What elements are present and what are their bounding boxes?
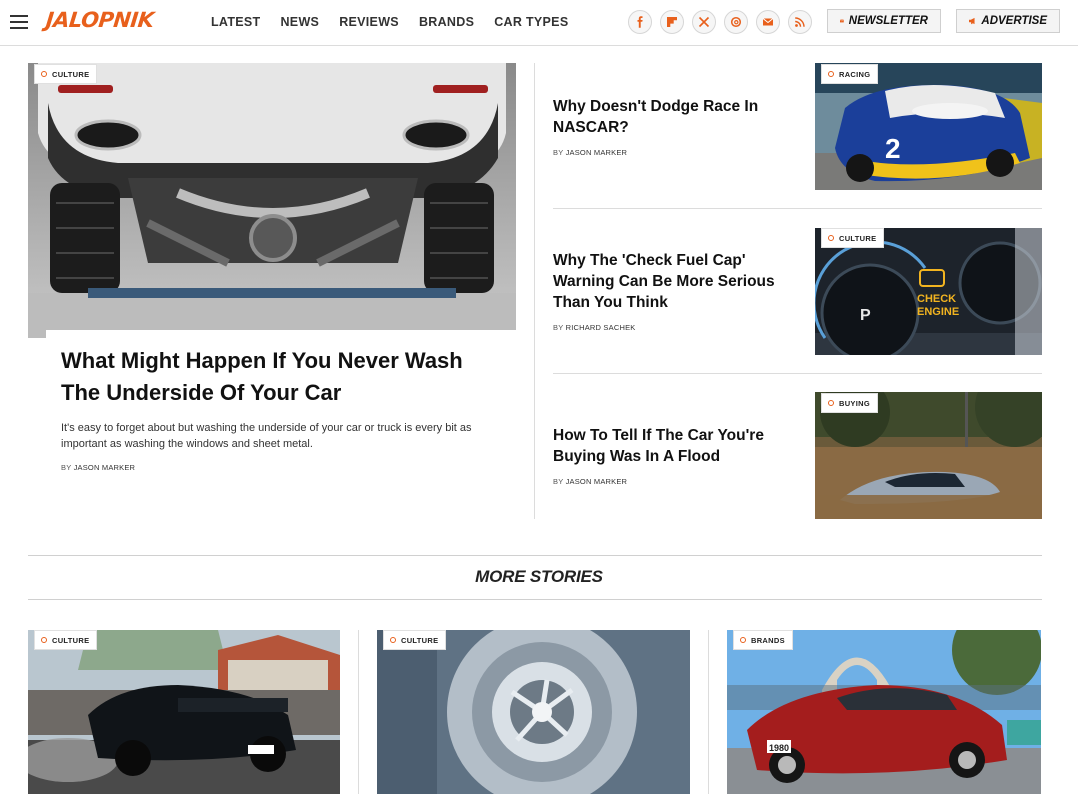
- story-divider: [553, 373, 1042, 374]
- side-story-1-headline[interactable]: Why Doesn't Dodge Race In NASCAR?: [553, 96, 793, 138]
- more-story-3-category-tag[interactable]: BRANDS: [733, 630, 793, 650]
- more-stories-heading: MORE STORIES: [475, 567, 603, 586]
- nav-news[interactable]: NEWS: [280, 15, 319, 29]
- nav-reviews[interactable]: REVIEWS: [339, 15, 399, 29]
- more-story-1-category-tag[interactable]: CULTURE: [34, 630, 98, 650]
- hero-headline[interactable]: What Might Happen If You Never Wash The …: [61, 345, 501, 409]
- section-divider: [28, 599, 1042, 600]
- byline-prefix: BY: [61, 463, 72, 472]
- side-story-1-byline: BY JASON MARKER: [553, 148, 627, 157]
- card-divider: [708, 630, 709, 794]
- more-story-1-image[interactable]: [28, 630, 340, 794]
- card-divider: [358, 630, 359, 794]
- tag-dot-icon: [41, 637, 47, 643]
- side-story-1-author-link[interactable]: JASON MARKER: [566, 148, 628, 157]
- tag-dot-icon: [740, 637, 746, 643]
- side-story-3-author-link[interactable]: JASON MARKER: [566, 477, 628, 486]
- threads-icon[interactable]: [724, 10, 748, 34]
- x-icon[interactable]: [692, 10, 716, 34]
- more-story-3-image[interactable]: 1980: [727, 630, 1041, 794]
- newsletter-button[interactable]: NEWSLETTER: [827, 9, 941, 33]
- hero-tag-label: CULTURE: [52, 69, 90, 79]
- main-nav: LATEST NEWS REVIEWS BRANDS CAR TYPES: [211, 0, 588, 44]
- tag-dot-icon: [828, 71, 834, 77]
- story-divider: [553, 208, 1042, 209]
- rss-icon[interactable]: [788, 10, 812, 34]
- side-story-2-tag-label: CULTURE: [839, 233, 877, 243]
- nav-car-types[interactable]: CAR TYPES: [494, 15, 568, 29]
- site-header: JALOPNIK LATEST NEWS REVIEWS BRANDS CAR …: [0, 0, 1078, 46]
- column-divider: [534, 63, 535, 519]
- hero-category-tag[interactable]: CULTURE: [34, 64, 98, 84]
- side-story-1-tag-label: RACING: [839, 69, 871, 79]
- tag-dot-icon: [390, 637, 396, 643]
- side-story-2-byline: BY RICHARD SACHEK: [553, 323, 635, 332]
- side-story-3-headline[interactable]: How To Tell If The Car You're Buying Was…: [553, 425, 793, 467]
- section-divider: [28, 555, 1042, 556]
- site-logo[interactable]: JALOPNIK: [45, 8, 155, 32]
- hero-image[interactable]: [28, 63, 516, 338]
- more-story-3-tag-label: BRANDS: [751, 635, 785, 645]
- social-links: [628, 10, 820, 34]
- more-story-2-tag-label: CULTURE: [401, 635, 439, 645]
- license-plate-text: 1980: [769, 743, 789, 753]
- nav-latest[interactable]: LATEST: [211, 15, 260, 29]
- side-story-3-byline: BY JASON MARKER: [553, 477, 627, 486]
- more-story-1-tag-label: CULTURE: [52, 635, 90, 645]
- side-story-3-tag-label: BUYING: [839, 398, 870, 408]
- flipboard-icon[interactable]: [660, 10, 684, 34]
- side-story-2-category-tag[interactable]: CULTURE: [821, 228, 885, 248]
- side-story-2-headline[interactable]: Why The 'Check Fuel Cap' Warning Can Be …: [553, 250, 793, 313]
- envelope-icon: [840, 19, 844, 23]
- more-story-2-category-tag[interactable]: CULTURE: [383, 630, 447, 650]
- email-icon[interactable]: [756, 10, 780, 34]
- advertise-button[interactable]: ADVERTISE: [956, 9, 1060, 33]
- byline-prefix: BY: [553, 477, 564, 486]
- svg-text:2: 2: [885, 133, 901, 164]
- more-story-2-image[interactable]: [377, 630, 690, 794]
- tag-dot-icon: [828, 400, 834, 406]
- hero-description: It's easy to forget about but washing th…: [61, 422, 472, 450]
- byline-prefix: BY: [553, 148, 564, 157]
- newsletter-label: NEWSLETTER: [848, 15, 928, 27]
- dash-gear-text: P: [860, 307, 871, 324]
- byline-prefix: BY: [553, 323, 564, 332]
- nav-brands[interactable]: BRANDS: [419, 15, 474, 29]
- side-story-1-category-tag[interactable]: RACING: [821, 64, 879, 84]
- side-story-3-category-tag[interactable]: BUYING: [821, 393, 878, 413]
- tag-dot-icon: [41, 71, 47, 77]
- dash-engine-text: ENGINE: [917, 306, 959, 318]
- tag-dot-icon: [828, 235, 834, 241]
- hero-byline: BY JASON MARKER: [61, 463, 135, 472]
- menu-icon[interactable]: [10, 15, 28, 29]
- facebook-icon[interactable]: [628, 10, 652, 34]
- hero-author-link[interactable]: JASON MARKER: [74, 463, 136, 472]
- side-story-2-author-link[interactable]: RICHARD SACHEK: [566, 323, 636, 332]
- advertise-label: ADVERTISE: [981, 15, 1047, 27]
- megaphone-icon: [969, 17, 975, 25]
- dash-check-text: CHECK: [917, 293, 956, 305]
